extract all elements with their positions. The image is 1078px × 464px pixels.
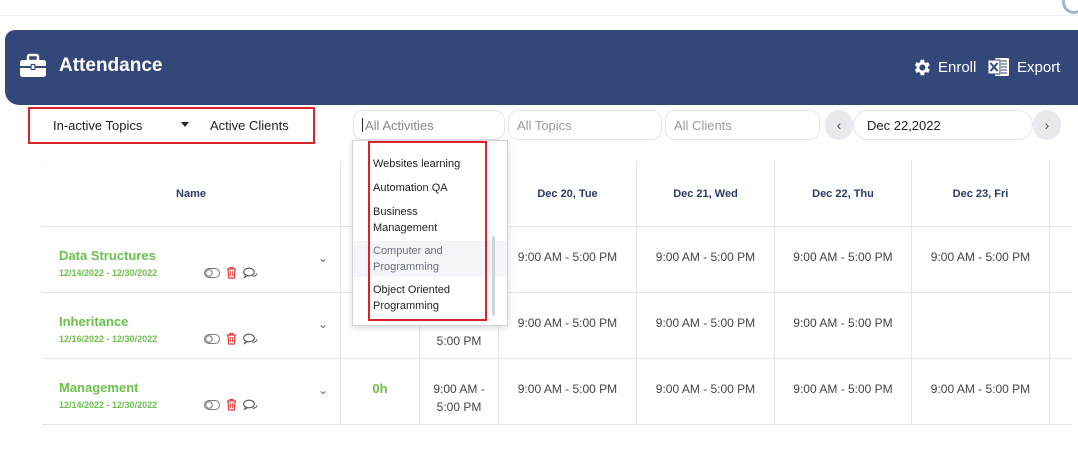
table-row: Inheritance 12/16/2022 - 12/30/2022 ⌄ 5:… — [42, 293, 1072, 359]
enroll-label: Enroll — [938, 59, 977, 76]
table-row: Management 12/14/2022 - 12/30/2022 ⌄ 0h … — [42, 359, 1072, 425]
day-header-label: Dec 20, Tue — [537, 188, 598, 200]
time-value: 9:00 AM - 5:00 PM — [930, 382, 1031, 396]
day-header: Dec 22, Thu — [775, 161, 912, 227]
date-picker[interactable]: Dec 22,2022 — [853, 110, 1033, 140]
hours-cell: 0h — [341, 359, 420, 425]
dropdown-scrollbar[interactable] — [492, 236, 495, 316]
attendance-page: Attendance Enroll Export In-active Topic… — [0, 0, 1078, 464]
attendance-header: Attendance Enroll Export — [5, 30, 1078, 105]
clients-placeholder: All Clients — [674, 117, 732, 133]
export-label: Export — [1017, 58, 1061, 76]
table-row: Data Structures 12/14/2022 - 12/30/2022 … — [42, 227, 1072, 293]
time-value: 9:00 AM - 5:00 PM — [793, 382, 893, 396]
topic-date-range: 12/16/2022 - 12/30/2022 — [59, 334, 158, 344]
gear-icon — [914, 59, 930, 76]
time-cell[interactable]: 9:00 AM - 5:00 PM — [912, 227, 1050, 293]
table-header-row: Name Dec 20, Tue Dec 21, Wed Dec 22, Thu… — [42, 161, 1072, 227]
trash-icon[interactable] — [226, 398, 237, 411]
topic-actions — [204, 398, 258, 411]
time-value: 9:00 AM - 5:00 PM — [433, 382, 485, 414]
avatar[interactable] — [1062, 0, 1078, 14]
time-cell[interactable]: 9:00 AM - 5:00 PM — [499, 293, 637, 359]
chevron-left-icon: ‹ — [836, 117, 842, 133]
highlight-box-dropdown-options — [368, 141, 487, 321]
hours-value: 0h — [372, 381, 388, 396]
name-column-header: Name — [42, 161, 341, 227]
time-cell[interactable]: 9:00 AM - 5:00 PM — [499, 359, 637, 425]
name-header-label: Name — [176, 188, 206, 200]
export-button[interactable]: Export — [987, 55, 1060, 79]
day-header: Dec 21, Wed — [637, 161, 775, 227]
enroll-button[interactable]: Enroll — [911, 57, 976, 78]
time-cell[interactable]: 9:00 AM - 5:00 PM — [775, 227, 912, 293]
time-cell[interactable]: 9:00 AM - 5:00 PM — [499, 227, 637, 293]
topic-actions — [204, 266, 258, 279]
time-value: 9:00 AM - 5:00 PM — [517, 316, 618, 330]
briefcase-icon — [20, 53, 46, 77]
day-header-label: Dec 21, Wed — [673, 188, 738, 200]
day-header-label: Dec 22, Thu — [812, 188, 874, 200]
time-cell[interactable]: 9:00 AM - 5:00 PM — [420, 359, 499, 425]
topic-name[interactable]: Inheritance — [59, 314, 128, 329]
time-cell[interactable]: 9:00 AM - 5:00 PM — [637, 227, 775, 293]
chevron-right-icon: › — [1044, 117, 1050, 133]
topic-name[interactable]: Management — [59, 380, 138, 395]
topic-cell: Inheritance 12/16/2022 - 12/30/2022 ⌄ — [42, 293, 341, 359]
topic-actions — [204, 332, 258, 345]
time-cell[interactable]: 9:00 AM - 5:00 PM — [775, 359, 912, 425]
time-cell[interactable]: 9:00 AM - 5:00 PM — [912, 359, 1050, 425]
time-value: 5:00 PM — [436, 334, 482, 348]
clients-select[interactable]: All Clients — [665, 110, 820, 140]
time-value: 9:00 AM - 5:00 PM — [655, 316, 756, 330]
time-cell[interactable]: 9:00 AM - 5:00 PM — [637, 359, 775, 425]
text-cursor — [362, 118, 363, 132]
toggle-icon[interactable] — [204, 399, 220, 410]
time-value: 9:00 AM - 5:00 PM — [793, 250, 893, 264]
prev-week-button[interactable]: ‹ — [825, 110, 853, 140]
time-cell[interactable] — [912, 293, 1050, 359]
comments-icon[interactable] — [243, 399, 258, 411]
trash-icon[interactable] — [226, 266, 237, 279]
time-value: 9:00 AM - 5:00 PM — [517, 382, 618, 396]
date-value: Dec 22,2022 — [867, 117, 941, 133]
time-cell[interactable]: 9:00 AM - 5:00 PM — [775, 293, 912, 359]
topic-date-range: 12/14/2022 - 12/30/2022 — [59, 268, 158, 278]
day-header-label: Dec 23, Fri — [952, 188, 1009, 200]
expand-chevron-icon[interactable]: ⌄ — [318, 317, 328, 331]
page-title: Attendance — [59, 55, 163, 76]
day-header: Dec 20, Tue — [499, 161, 637, 227]
activities-placeholder: All Activities — [365, 117, 434, 133]
time-value: 9:00 AM - 5:00 PM — [793, 316, 893, 330]
topic-cell: Data Structures 12/14/2022 - 12/30/2022 … — [42, 227, 341, 293]
time-value: 9:00 AM - 5:00 PM — [930, 250, 1031, 264]
topic-date-range: 12/14/2022 - 12/30/2022 — [59, 400, 158, 410]
topic-cell: Management 12/14/2022 - 12/30/2022 ⌄ — [42, 359, 341, 425]
comments-icon[interactable] — [243, 267, 258, 279]
trash-icon[interactable] — [226, 332, 237, 345]
next-week-button[interactable]: › — [1033, 110, 1061, 140]
toggle-icon[interactable] — [204, 333, 220, 344]
time-value: 9:00 AM - 5:00 PM — [517, 250, 618, 264]
top-strip — [0, 0, 1078, 16]
time-value: 9:00 AM - 5:00 PM — [655, 250, 756, 264]
day-header: Dec 23, Fri — [912, 161, 1050, 227]
excel-icon — [987, 58, 1009, 76]
comments-icon[interactable] — [243, 333, 258, 345]
topics-placeholder: All Topics — [517, 117, 572, 133]
expand-chevron-icon[interactable]: ⌄ — [318, 383, 328, 397]
time-cell[interactable]: 9:00 AM - 5:00 PM — [637, 293, 775, 359]
activities-select[interactable]: All Activities — [353, 110, 505, 140]
attendance-table: Name Dec 20, Tue Dec 21, Wed Dec 22, Thu… — [41, 160, 1072, 425]
topic-name[interactable]: Data Structures — [59, 248, 156, 263]
expand-chevron-icon[interactable]: ⌄ — [318, 251, 328, 265]
toggle-icon[interactable] — [204, 267, 220, 278]
overflow-column — [1050, 161, 1072, 227]
topics-select[interactable]: All Topics — [508, 110, 662, 140]
highlight-box-status-filters — [28, 107, 315, 144]
time-value: 9:00 AM - 5:00 PM — [655, 382, 756, 396]
